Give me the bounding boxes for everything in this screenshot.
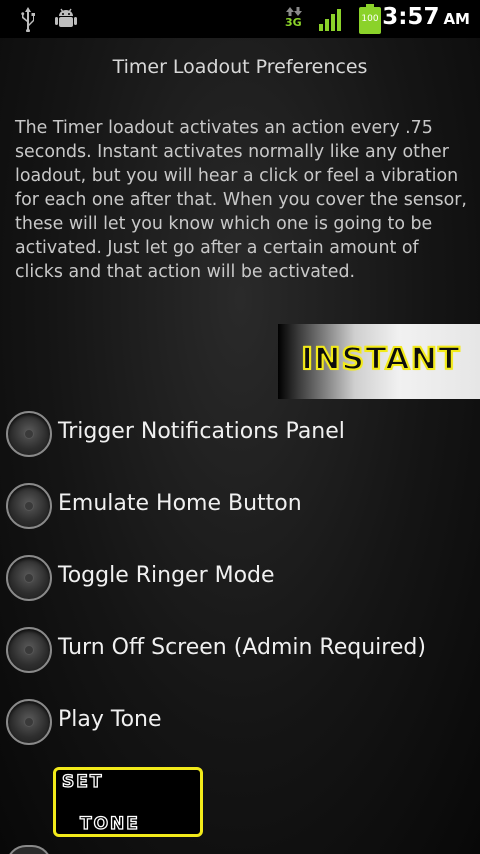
signal-icon [319, 9, 341, 31]
android-debug-icon [55, 8, 77, 27]
option-label: Toggle Ringer Mode [58, 563, 275, 588]
battery-icon: 100 [359, 4, 381, 34]
usb-icon [21, 7, 35, 32]
mode-label: INSTANT [300, 341, 461, 378]
option-turn-off-screen[interactable]: Turn Off Screen (Admin Required) [0, 621, 480, 681]
option-trigger-notifications-panel[interactable]: Trigger Notifications Panel [0, 405, 480, 465]
option-label: Play Tone [58, 707, 162, 732]
description-text: The Timer loadout activates an action ev… [15, 118, 467, 282]
option-emulate-home-button[interactable]: Emulate Home Button [0, 477, 480, 537]
radio-button[interactable] [6, 627, 52, 673]
status-clock: 3:57 AM [382, 4, 470, 30]
radio-button[interactable] [6, 555, 52, 601]
battery-level-label: 100 [361, 14, 379, 24]
option-play-tone[interactable]: Play Tone [0, 693, 480, 753]
mode-toggle-button[interactable]: INSTANT [278, 324, 480, 399]
network-type-label: 3G [285, 16, 302, 29]
status-bar: 3G 100 3:57 AM [0, 0, 480, 38]
option-label: Emulate Home Button [58, 491, 302, 516]
page-title: Timer Loadout Preferences [112, 56, 368, 78]
option-label: Trigger Notifications Panel [58, 419, 345, 444]
option-label: Turn Off Screen (Admin Required) [58, 635, 426, 660]
set-tone-line1: SET [61, 771, 104, 792]
radio-button[interactable] [6, 411, 52, 457]
radio-button-partial[interactable] [6, 845, 52, 854]
clock-time: 3:57 [382, 4, 440, 30]
set-tone-line2: TONE [79, 813, 140, 834]
option-toggle-ringer-mode[interactable]: Toggle Ringer Mode [0, 549, 480, 609]
clock-ampm: AM [443, 10, 470, 28]
radio-button[interactable] [6, 483, 52, 529]
set-tone-button[interactable]: SET TONE [53, 767, 203, 837]
radio-button[interactable] [6, 699, 52, 745]
